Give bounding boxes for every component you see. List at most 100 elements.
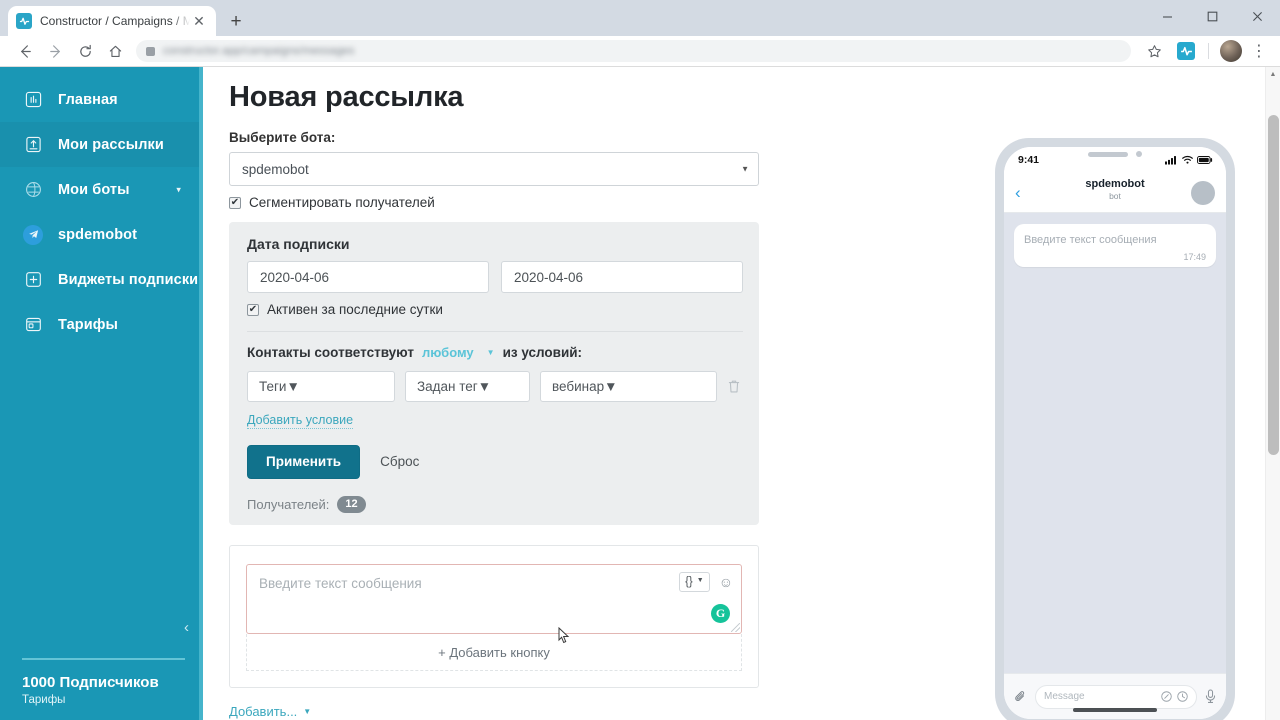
sticker-icon[interactable] (1161, 691, 1172, 702)
add-button-strip[interactable]: + Добавить кнопку (246, 634, 742, 671)
signal-icon (1165, 156, 1178, 165)
phone-notch (1088, 151, 1142, 157)
message-placeholder: Введите текст сообщения (259, 576, 422, 591)
toolbar-divider (1208, 43, 1209, 59)
add-condition-link[interactable]: Добавить условие (247, 413, 353, 429)
back-icon[interactable] (10, 38, 40, 64)
phone-chat-header: ‹ spdemobot bot (1004, 173, 1226, 213)
sidebar-item-pricing[interactable]: Тарифы (0, 302, 203, 347)
address-bar[interactable]: constructor.app/campaigns/messages (136, 40, 1131, 62)
browser-toolbar: constructor.app/campaigns/messages ⋮ (0, 36, 1280, 67)
home-icon[interactable] (100, 38, 130, 64)
date-from-input[interactable]: 2020-04-06 (247, 261, 489, 293)
profile-avatar[interactable] (1220, 40, 1242, 62)
grammarly-icon[interactable]: G (711, 604, 730, 623)
bots-icon (22, 181, 44, 198)
page-title: Новая рассылка (229, 81, 1280, 114)
sidebar-item-widgets[interactable]: Виджеты подписки (0, 257, 203, 302)
textarea-resize-handle[interactable] (731, 623, 740, 632)
minimize-icon[interactable] (1145, 0, 1190, 32)
active-last-day-label: Активен за последние сутки (267, 302, 443, 317)
sidebar-footer-pricing-link[interactable]: Тарифы (22, 694, 185, 706)
reload-icon[interactable] (70, 38, 100, 64)
sidebar-item-campaigns[interactable]: Мои рассылки (0, 122, 203, 167)
segmentation-panel: Дата подписки 2020-04-06 2020-04-06 ✔ Ак… (229, 222, 759, 525)
sidebar-item-label: Главная (58, 92, 118, 108)
home-indicator (1073, 708, 1157, 712)
condition-prefix: Контакты соответствуют (247, 345, 414, 360)
bot-select[interactable]: spdemobot ▼ (229, 152, 759, 186)
message-textarea[interactable]: Введите текст сообщения {} ▼ ☺ G (246, 564, 742, 634)
chat-bot-subtitle: bot (1004, 191, 1226, 201)
add-more-dropdown[interactable]: Добавить... ▼ (229, 704, 311, 720)
campaigns-icon (22, 136, 44, 153)
panel-button-row: Применить Сброс (247, 445, 743, 479)
maximize-icon[interactable] (1190, 0, 1235, 32)
page-scrollbar[interactable]: ▲ (1265, 67, 1280, 720)
chevron-down-icon: ▼ (478, 379, 491, 394)
condition-value-select[interactable]: вебинар ▼ (540, 371, 717, 402)
active-last-day-checkbox[interactable]: ✔ (247, 304, 259, 316)
bubble-text: Введите текст сообщения (1024, 233, 1206, 248)
sidebar: Главная Мои рассылки Мои боты ▾ (0, 67, 203, 720)
sidebar-item-spdemobot[interactable]: spdemobot (0, 212, 203, 257)
mic-icon[interactable] (1204, 689, 1217, 704)
trash-icon[interactable] (727, 379, 741, 394)
chevron-down-icon: ▾ (176, 184, 181, 195)
mouse-cursor (558, 627, 570, 645)
browser-window: Constructor / Campaigns / Mess ✕ + (0, 0, 1280, 720)
phone-chat-body: Введите текст сообщения 17:49 (1004, 213, 1226, 673)
condition-suffix: из условий: (503, 345, 582, 360)
reset-button[interactable]: Сброс (365, 445, 434, 479)
apply-button[interactable]: Применить (247, 445, 360, 479)
chevron-down-icon: ▼ (303, 707, 311, 716)
divider (22, 658, 185, 660)
clock-icon[interactable] (1177, 691, 1188, 702)
dashboard-icon (22, 91, 44, 108)
sidebar-item-label: Мои рассылки (58, 137, 164, 153)
scroll-up-icon[interactable]: ▲ (1266, 67, 1280, 82)
active-checkbox-row[interactable]: ✔ Активен за последние сутки (247, 302, 743, 317)
forward-icon[interactable] (40, 38, 70, 64)
chat-title-block: spdemobot bot (1004, 178, 1226, 201)
chevron-down-icon: ▼ (604, 379, 617, 394)
status-time: 9:41 (1018, 154, 1039, 166)
browser-menu-icon[interactable]: ⋮ (1248, 41, 1270, 61)
sidebar-collapse-button[interactable]: ‹ (184, 619, 189, 636)
chat-bot-name: spdemobot (1004, 178, 1226, 190)
front-camera (1136, 151, 1142, 157)
sidebar-item-bots[interactable]: Мои боты ▾ (0, 167, 203, 212)
widgets-icon (22, 271, 44, 288)
bookmark-star-icon[interactable] (1139, 38, 1169, 64)
pulse-extension-icon[interactable] (1177, 42, 1195, 60)
sidebar-item-label: Виджеты подписки (58, 272, 198, 288)
message-bubble: Введите текст сообщения 17:49 (1014, 224, 1216, 267)
segment-checkbox-row[interactable]: ✔ Сегментировать получателей (229, 195, 759, 210)
close-window-icon[interactable] (1235, 0, 1280, 32)
segment-checkbox-label: Сегментировать получателей (249, 195, 435, 210)
url-text: constructor.app/campaigns/messages (163, 45, 354, 57)
condition-field-select[interactable]: Теги ▼ (247, 371, 395, 402)
campaign-form: Выберите бота: spdemobot ▼ ✔ Сегментиров… (229, 130, 759, 720)
sidebar-item-home[interactable]: Главная (0, 77, 203, 122)
phone-preview: 9:41 (995, 138, 1235, 720)
telegram-icon (22, 225, 44, 245)
paperclip-icon[interactable] (1013, 689, 1028, 704)
recipients-count-badge: 12 (337, 496, 365, 513)
segment-checkbox[interactable]: ✔ (229, 197, 241, 209)
condition-operator-select[interactable]: Задан тег ▼ (405, 371, 530, 402)
scrollbar-thumb[interactable] (1268, 115, 1279, 455)
match-mode-select[interactable]: любому ▼ (422, 345, 495, 360)
recipients-row: Получателей: 12 (247, 496, 743, 513)
variables-button[interactable]: {} ▼ (679, 572, 710, 592)
toolbar-right: ⋮ (1139, 38, 1270, 64)
browser-tab[interactable]: Constructor / Campaigns / Mess ✕ (8, 6, 216, 36)
date-to-input[interactable]: 2020-04-06 (501, 261, 743, 293)
phone-message-input[interactable]: Message (1035, 685, 1197, 709)
chevron-down-icon: ▼ (697, 577, 704, 586)
sidebar-spacer (0, 347, 203, 658)
emoji-icon[interactable]: ☺ (719, 575, 733, 589)
subscriber-count: 1000 Подписчиков (22, 674, 185, 691)
new-tab-button[interactable]: + (222, 7, 250, 35)
close-icon[interactable]: ✕ (190, 12, 208, 30)
